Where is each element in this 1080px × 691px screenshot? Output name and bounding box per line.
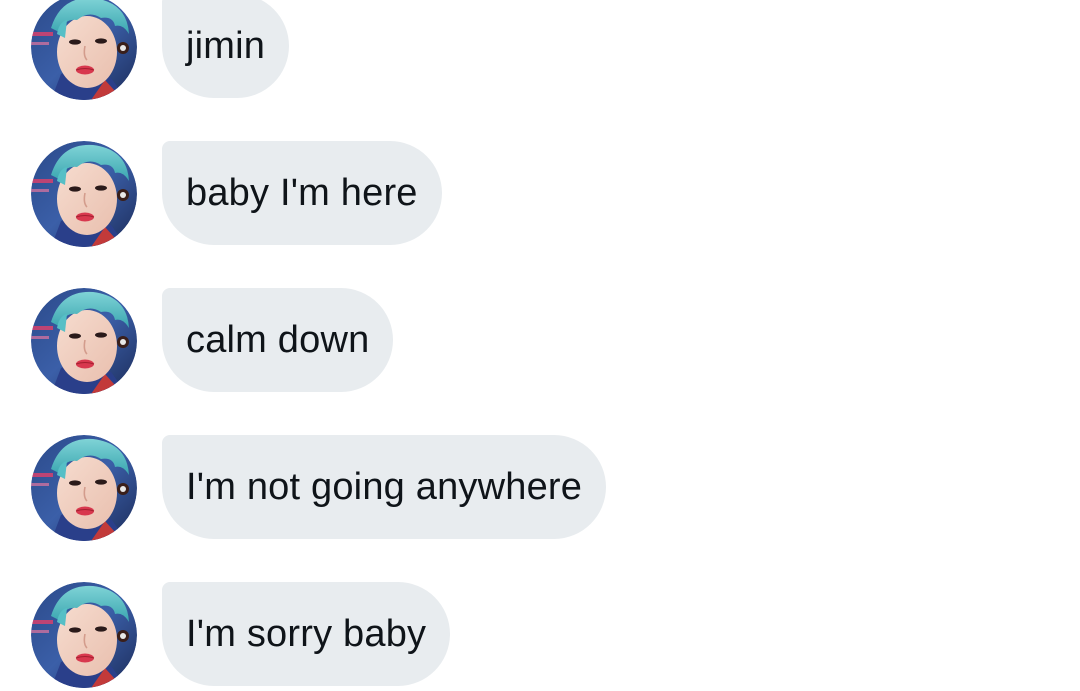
message-text: baby I'm here [186,171,418,214]
message-thread: jimin baby I'm here calm down I'm not go… [0,0,1080,691]
avatar-icon[interactable] [31,435,137,541]
message-row: calm down [0,288,1080,394]
message-row: baby I'm here [0,141,1080,247]
message-text: I'm not going anywhere [186,465,583,508]
message-row: jimin [0,0,1080,100]
message-bubble[interactable]: I'm sorry baby [162,582,451,686]
message-text: jimin [186,24,266,67]
avatar-icon[interactable] [31,0,137,100]
avatar-icon[interactable] [31,288,137,394]
message-row: I'm sorry baby [0,582,1080,688]
message-bubble[interactable]: baby I'm here [162,141,442,245]
message-text: I'm sorry baby [186,612,427,655]
message-bubble[interactable]: calm down [162,288,394,392]
message-text: calm down [186,318,370,361]
message-bubble[interactable]: I'm not going anywhere [162,435,607,539]
avatar-icon[interactable] [31,141,137,247]
message-row: I'm not going anywhere [0,435,1080,541]
message-bubble[interactable]: jimin [162,0,290,98]
avatar-icon[interactable] [31,582,137,688]
